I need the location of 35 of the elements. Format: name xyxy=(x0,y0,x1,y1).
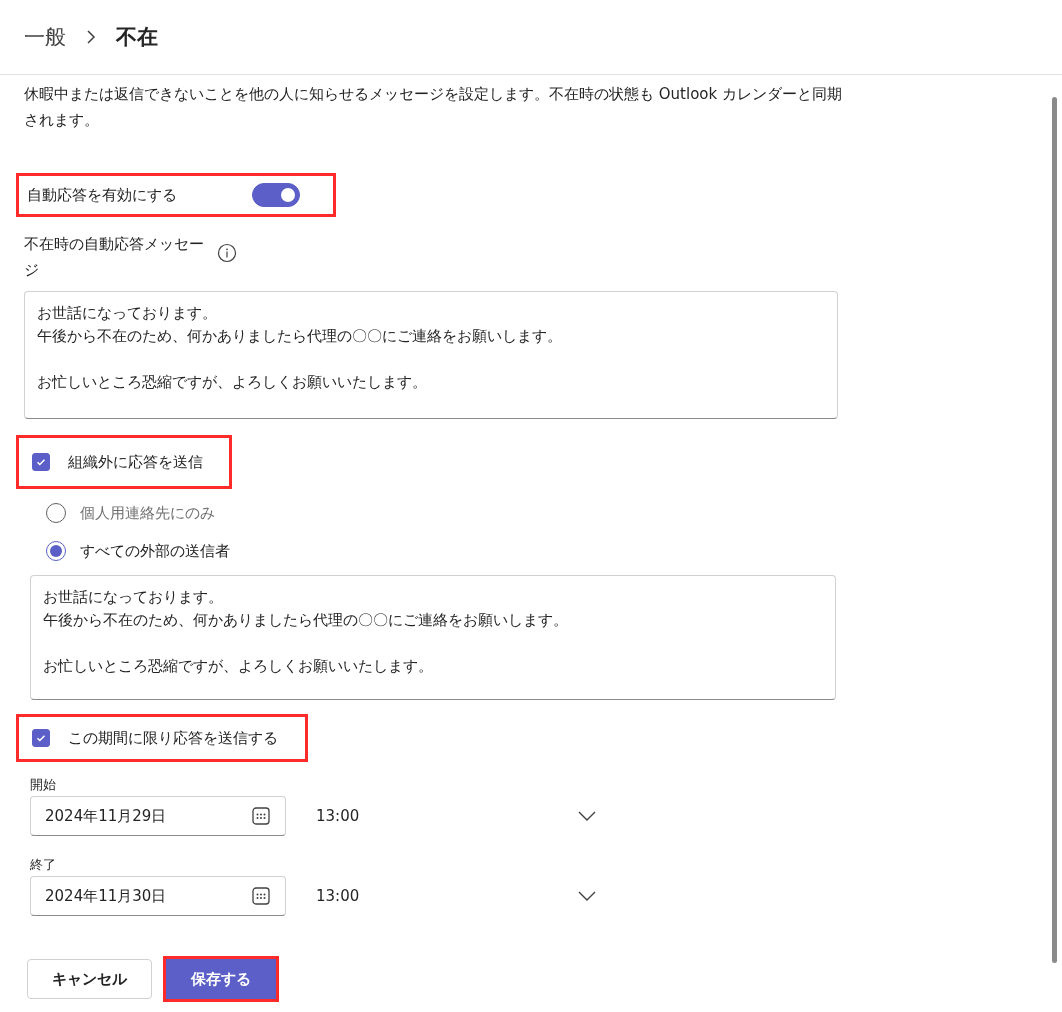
toggle-label: 自動応答を有効にする xyxy=(27,185,178,205)
breadcrumb-link[interactable]: 一般 xyxy=(24,23,66,51)
radio-label: 個人用連絡先にのみ xyxy=(80,503,215,523)
description-text: 休暇中または返信できないことを他の人に知らせるメッセージを設定します。不在時の状態も Outlook カレンダーと同期されます。 xyxy=(24,84,843,131)
chevron-down-icon xyxy=(578,811,596,821)
message-field[interactable]: お世話になっております。 午後から不在のため、何かありましたら代理の〇〇にご連絡をお願いします。 お忙しいところ恐縮ですが、よろしくお願いいたします。 xyxy=(24,291,838,419)
message-line: 午後から不在のため、何かありましたら代理の〇〇にご連絡をお願いします。 xyxy=(43,610,568,631)
chevron-down-icon xyxy=(578,891,596,901)
field-label: 終了 xyxy=(30,856,57,874)
toggle-switch[interactable] xyxy=(252,183,300,207)
checkbox[interactable] xyxy=(32,729,50,747)
time-dropdown[interactable]: 13:00 xyxy=(316,887,596,905)
save-button[interactable]: 保存する xyxy=(166,959,276,999)
calendar-icon[interactable] xyxy=(251,886,271,906)
page-title: 不在 xyxy=(116,24,158,51)
cancel-button[interactable]: キャンセル xyxy=(27,959,152,999)
time-dropdown[interactable]: 13:00 xyxy=(316,807,596,825)
radio-label: すべての外部の送信者 xyxy=(80,541,230,561)
field-label: 開始 xyxy=(30,776,57,794)
date-field[interactable]: 2024年11月29日 xyxy=(30,796,286,836)
field-label: 不在時の自動応答メッセージ xyxy=(24,234,205,281)
checkbox[interactable] xyxy=(32,453,50,471)
message-line: 午後から不在のため、何かありましたら代理の〇〇にご連絡をお願いします。 xyxy=(37,326,562,347)
checkbox-label: 組織外に応答を送信 xyxy=(68,452,203,472)
scrollbar[interactable] xyxy=(1052,97,1057,963)
message-field[interactable]: お世話になっております。 午後から不在のため、何かありましたら代理の〇〇にご連絡をお願いします。 お忙しいところ恐縮ですが、よろしくお願いいたします。 xyxy=(30,575,836,700)
checkbox-label: この期間に限り応答を送信する xyxy=(68,728,278,748)
message-line: お忙しいところ恐縮ですが、よろしくお願いいたします。 xyxy=(37,372,427,393)
calendar-icon[interactable] xyxy=(251,806,271,826)
chevron-right-icon xyxy=(86,29,96,45)
message-line: お世話になっております。 xyxy=(43,587,223,608)
date-field[interactable]: 2024年11月30日 xyxy=(30,876,286,916)
message-line: お世話になっております。 xyxy=(37,303,217,324)
message-line: お忙しいところ恐縮ですが、よろしくお願いいたします。 xyxy=(43,656,433,677)
info-icon[interactable] xyxy=(217,243,237,263)
